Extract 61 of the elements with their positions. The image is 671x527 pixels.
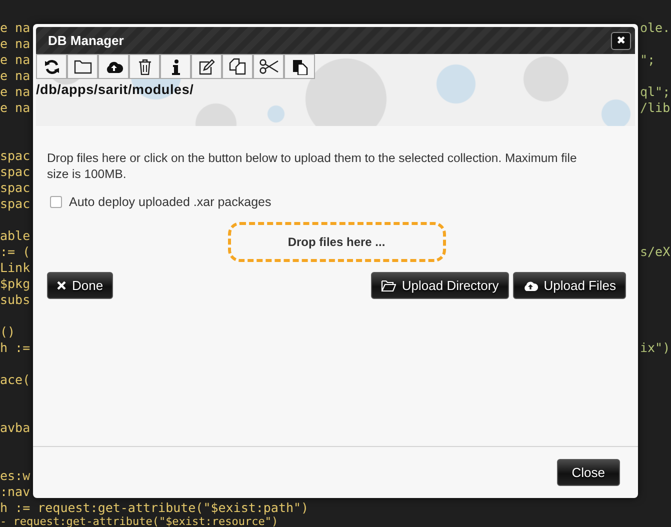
code-line: spac bbox=[0, 164, 30, 179]
code-line: e na bbox=[0, 100, 30, 115]
cloud-upload-icon bbox=[522, 280, 538, 292]
toolbar-button[interactable] bbox=[36, 54, 67, 79]
paste-icon bbox=[292, 58, 308, 75]
code-line: spac bbox=[0, 148, 30, 163]
code-line: ole. bbox=[640, 20, 670, 35]
code-line: spac bbox=[0, 196, 30, 211]
code-line: h := bbox=[0, 340, 30, 355]
code-line: e na bbox=[0, 84, 30, 99]
drop-zone[interactable]: Drop files here ... bbox=[228, 222, 446, 262]
toolbar-button[interactable] bbox=[129, 54, 160, 79]
code-line: subs bbox=[0, 292, 30, 307]
code-line: able bbox=[0, 228, 30, 243]
code-line: avba bbox=[0, 420, 30, 435]
code-line: spac bbox=[0, 180, 30, 195]
toolbar-button[interactable] bbox=[98, 54, 129, 79]
upload-files-button[interactable]: Upload Files bbox=[512, 272, 626, 299]
code-line: ql"; bbox=[640, 84, 670, 99]
code-line: :nav bbox=[0, 484, 30, 499]
code-line: () bbox=[0, 324, 16, 339]
info-icon bbox=[172, 58, 180, 74]
upload-directory-button[interactable]: Upload Directory bbox=[370, 272, 509, 299]
code-line: e na bbox=[0, 68, 30, 83]
code-line: Link bbox=[0, 260, 30, 275]
done-button[interactable]: Done bbox=[47, 272, 114, 299]
close-icon bbox=[57, 281, 66, 290]
code-line: := ( bbox=[0, 244, 30, 259]
code-line: e na bbox=[0, 52, 30, 67]
toolbar-button[interactable] bbox=[253, 54, 284, 79]
code-line: h := request:get-attribute("$exist:path") bbox=[0, 500, 309, 515]
toolbar-button[interactable] bbox=[222, 54, 253, 79]
refresh-icon bbox=[44, 58, 60, 74]
trash-icon bbox=[138, 58, 152, 74]
code-line: s/eX bbox=[640, 244, 670, 259]
code-line: $pkg bbox=[0, 276, 30, 291]
toolbar-button[interactable] bbox=[284, 54, 315, 79]
close-button[interactable]: ✖ bbox=[611, 32, 631, 50]
collection-path: /db/apps/sarit/modules/ bbox=[36, 81, 195, 97]
close-button[interactable]: Close bbox=[556, 459, 620, 486]
toolbar-button[interactable] bbox=[67, 54, 98, 79]
code-line: e na bbox=[0, 36, 30, 51]
code-line: - request:get-attribute("$exist:resource") bbox=[0, 515, 278, 527]
code-line: ace( bbox=[0, 372, 30, 387]
edit-icon bbox=[198, 58, 215, 74]
folder-icon bbox=[74, 59, 92, 74]
code-line: es:w bbox=[0, 468, 30, 483]
code-line: "; bbox=[640, 52, 656, 67]
cloud-upload-icon bbox=[104, 60, 122, 74]
code-line: e na bbox=[0, 20, 30, 35]
window-title: DB Manager bbox=[48, 33, 124, 48]
toolbar-button[interactable] bbox=[191, 54, 222, 79]
folder-icon bbox=[380, 280, 396, 292]
code-line: /lib bbox=[640, 100, 670, 115]
upload-description: Drop files here or click on the button below to upload them to the selected collection. Maximum file size is 100MB. bbox=[47, 150, 578, 182]
toolbar-button[interactable] bbox=[160, 54, 191, 79]
checkbox[interactable] bbox=[50, 196, 62, 208]
code-line: ix") bbox=[640, 340, 670, 355]
scissors-icon bbox=[258, 59, 278, 74]
copy-icon bbox=[229, 58, 246, 75]
checkbox-label: Auto deploy uploaded .xar packages bbox=[69, 195, 272, 209]
